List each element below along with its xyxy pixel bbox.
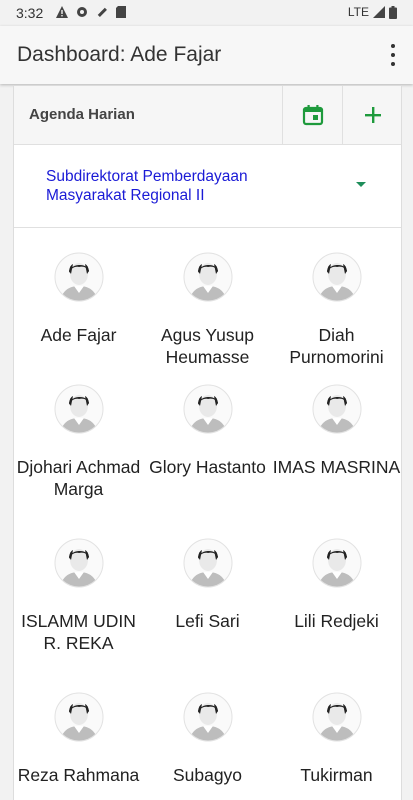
sd-card-icon	[116, 6, 126, 18]
person-name: Glory Hastanto	[149, 457, 266, 477]
app-bar: Dashboard: Ade Fajar	[0, 26, 413, 84]
avatar-placeholder-icon	[54, 384, 104, 434]
person-name: Reza Rahmana	[17, 765, 140, 785]
avatar-placeholder-icon	[183, 252, 233, 302]
tools-icon	[97, 7, 107, 17]
avatar-placeholder-icon	[312, 692, 362, 742]
person-name: ISLAMM UDIN R. REKA	[21, 611, 136, 653]
battery-icon	[389, 5, 397, 19]
person-name: Djohari Achmad Marga	[16, 457, 141, 499]
person-name: Agus Yusup Heumasse	[160, 325, 255, 367]
add-button[interactable]	[342, 86, 401, 144]
person-name: Lili Redjeki	[294, 611, 379, 631]
status-time: 3:32	[16, 5, 44, 21]
agenda-header: Agenda Harian	[14, 86, 401, 145]
calendar-icon	[302, 105, 324, 126]
avatar-placeholder-icon	[183, 538, 233, 588]
person-name: Diah Purnomorini	[289, 325, 384, 367]
page-title: Dashboard: Ade Fajar	[17, 43, 222, 66]
avatar-placeholder-icon	[312, 252, 362, 302]
avatar-placeholder-icon	[183, 692, 233, 742]
person-name: IMAS MASRINA	[272, 457, 401, 477]
avatar-placeholder-icon	[54, 692, 104, 742]
plus-icon	[365, 107, 381, 123]
avatar-placeholder-icon	[183, 384, 233, 434]
subdirectorate-dropdown[interactable]: Subdirektorat Pemberdayaan Masyarakat Re…	[14, 145, 401, 228]
warning-icon	[56, 6, 68, 18]
signal-icon	[373, 6, 385, 18]
dashboard-card: Agenda Harian Subdirektorat Pemberdayaan…	[13, 86, 402, 800]
dropdown-arrow-icon	[356, 182, 366, 187]
subdirectorate-selected: Subdirektorat Pemberdayaan Masyarakat Re…	[46, 168, 248, 204]
agenda-label: Agenda Harian	[29, 106, 135, 123]
overflow-menu-icon[interactable]	[387, 44, 399, 66]
avatar-placeholder-icon	[54, 252, 104, 302]
avatar-placeholder-icon	[312, 538, 362, 588]
status-bar: 3:32 LTE	[0, 0, 413, 26]
person-name: Lefi Sari	[175, 611, 240, 631]
avatar-placeholder-icon	[54, 538, 104, 588]
calendar-button[interactable]	[282, 86, 343, 144]
person-name: Tukirman	[300, 765, 373, 785]
person-name: Ade Fajar	[40, 325, 117, 345]
network-label: LTE	[347, 5, 369, 19]
avatar-placeholder-icon	[312, 384, 362, 434]
person-name: Subagyo	[172, 765, 243, 785]
settings-icon	[77, 7, 87, 17]
